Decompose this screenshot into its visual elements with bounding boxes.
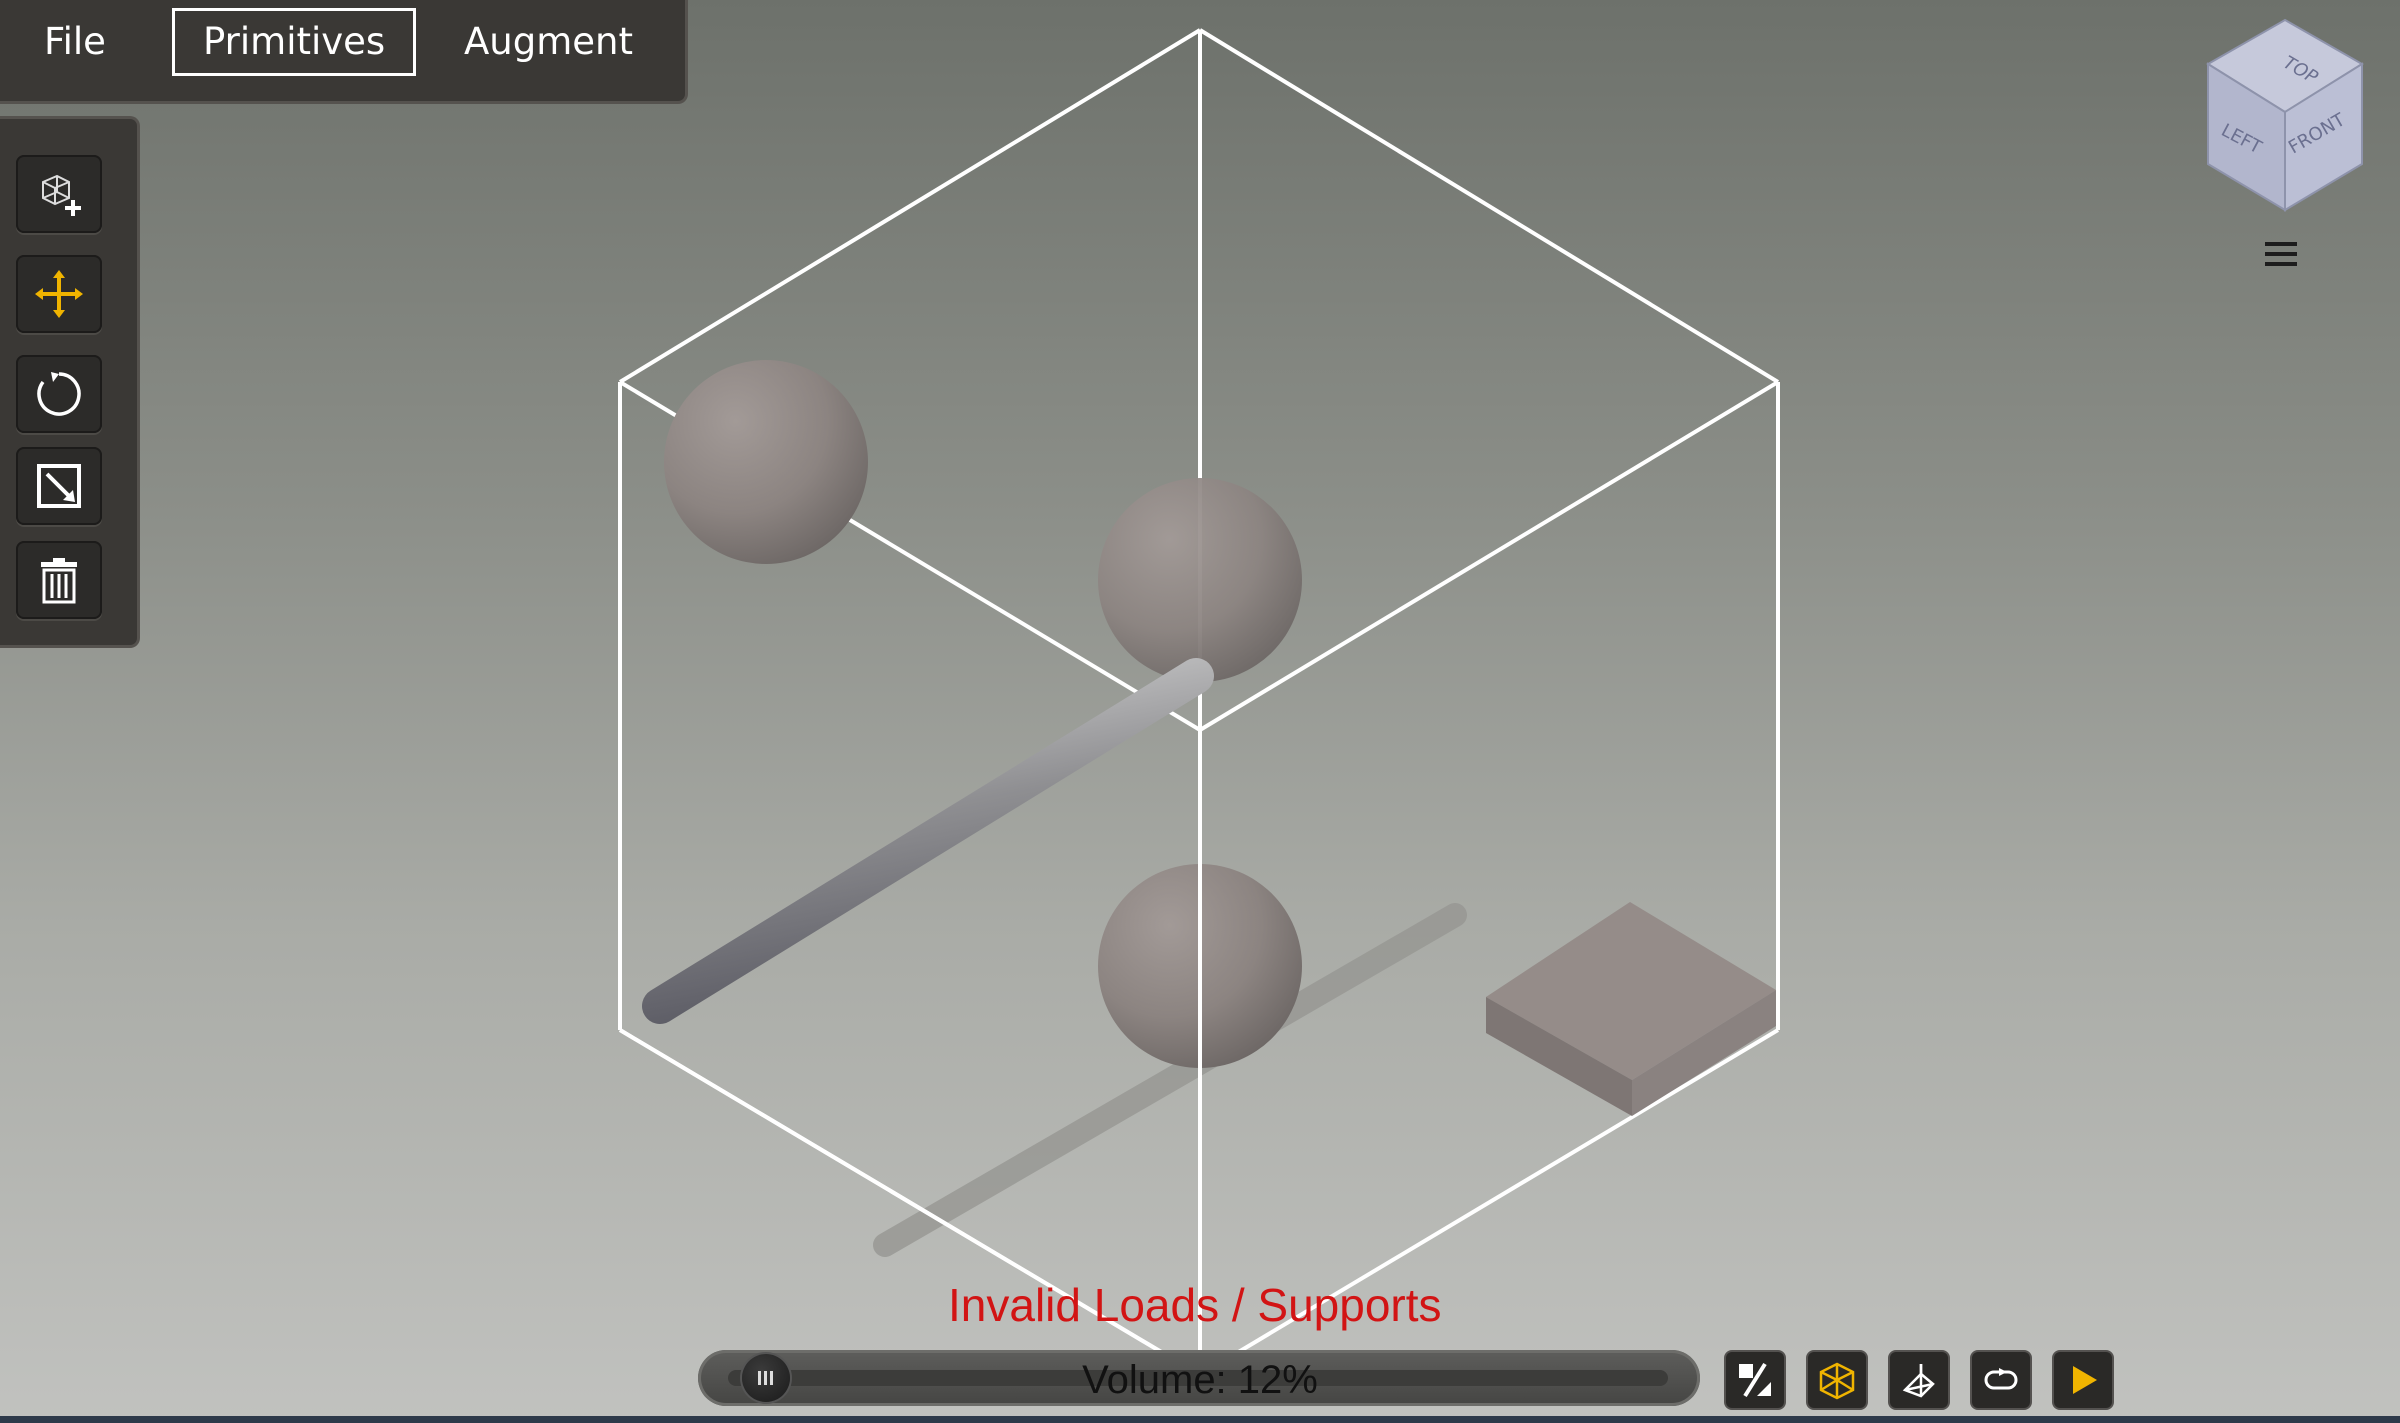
loop-icon [1984, 1368, 2018, 1390]
perspective-icon [1902, 1364, 1935, 1398]
trash-icon [41, 558, 77, 604]
rotate-tool-button[interactable] [16, 355, 102, 433]
bottom-edge [0, 1416, 2400, 1423]
add-primitive-icon [42, 174, 81, 216]
load-support-button[interactable] [1726, 1352, 1784, 1408]
menu-file[interactable]: File [16, 8, 134, 76]
wireframe-cube-icon [1819, 1362, 1855, 1400]
move-icon [35, 270, 83, 318]
scale-icon [37, 464, 81, 508]
play-button[interactable] [2054, 1352, 2112, 1408]
load-support-icon [1739, 1362, 1771, 1398]
status-warning: Invalid Loads / Supports [948, 1279, 1442, 1331]
menu-augment[interactable]: Augment [436, 8, 661, 76]
sphere-object[interactable] [664, 360, 868, 564]
delete-tool-button[interactable] [16, 541, 102, 619]
play-icon [2073, 1366, 2097, 1394]
add-primitive-button[interactable] [16, 155, 102, 233]
perspective-button[interactable] [1890, 1352, 1948, 1408]
left-toolbar [0, 116, 140, 648]
move-tool-button[interactable] [16, 255, 102, 333]
volume-label: Volume: 12% [1082, 1358, 1318, 1402]
loop-button[interactable] [1972, 1352, 2030, 1408]
menu-bar: File Primitives Augment [0, 0, 688, 104]
grip-icon [758, 1371, 774, 1385]
rotate-icon [37, 372, 81, 416]
wireframe-toggle-button[interactable] [1808, 1352, 1866, 1408]
hamburger-menu-icon[interactable] [2263, 240, 2299, 268]
scale-tool-button[interactable] [16, 447, 102, 525]
volume-slider-handle[interactable] [742, 1354, 790, 1402]
menu-primitives[interactable]: Primitives [172, 8, 417, 76]
3d-viewport[interactable] [0, 0, 2400, 1423]
view-cube[interactable]: TOP LEFT FRONT [2190, 14, 2380, 214]
box-object[interactable] [1486, 902, 1776, 1116]
sphere-object[interactable] [1098, 478, 1302, 682]
